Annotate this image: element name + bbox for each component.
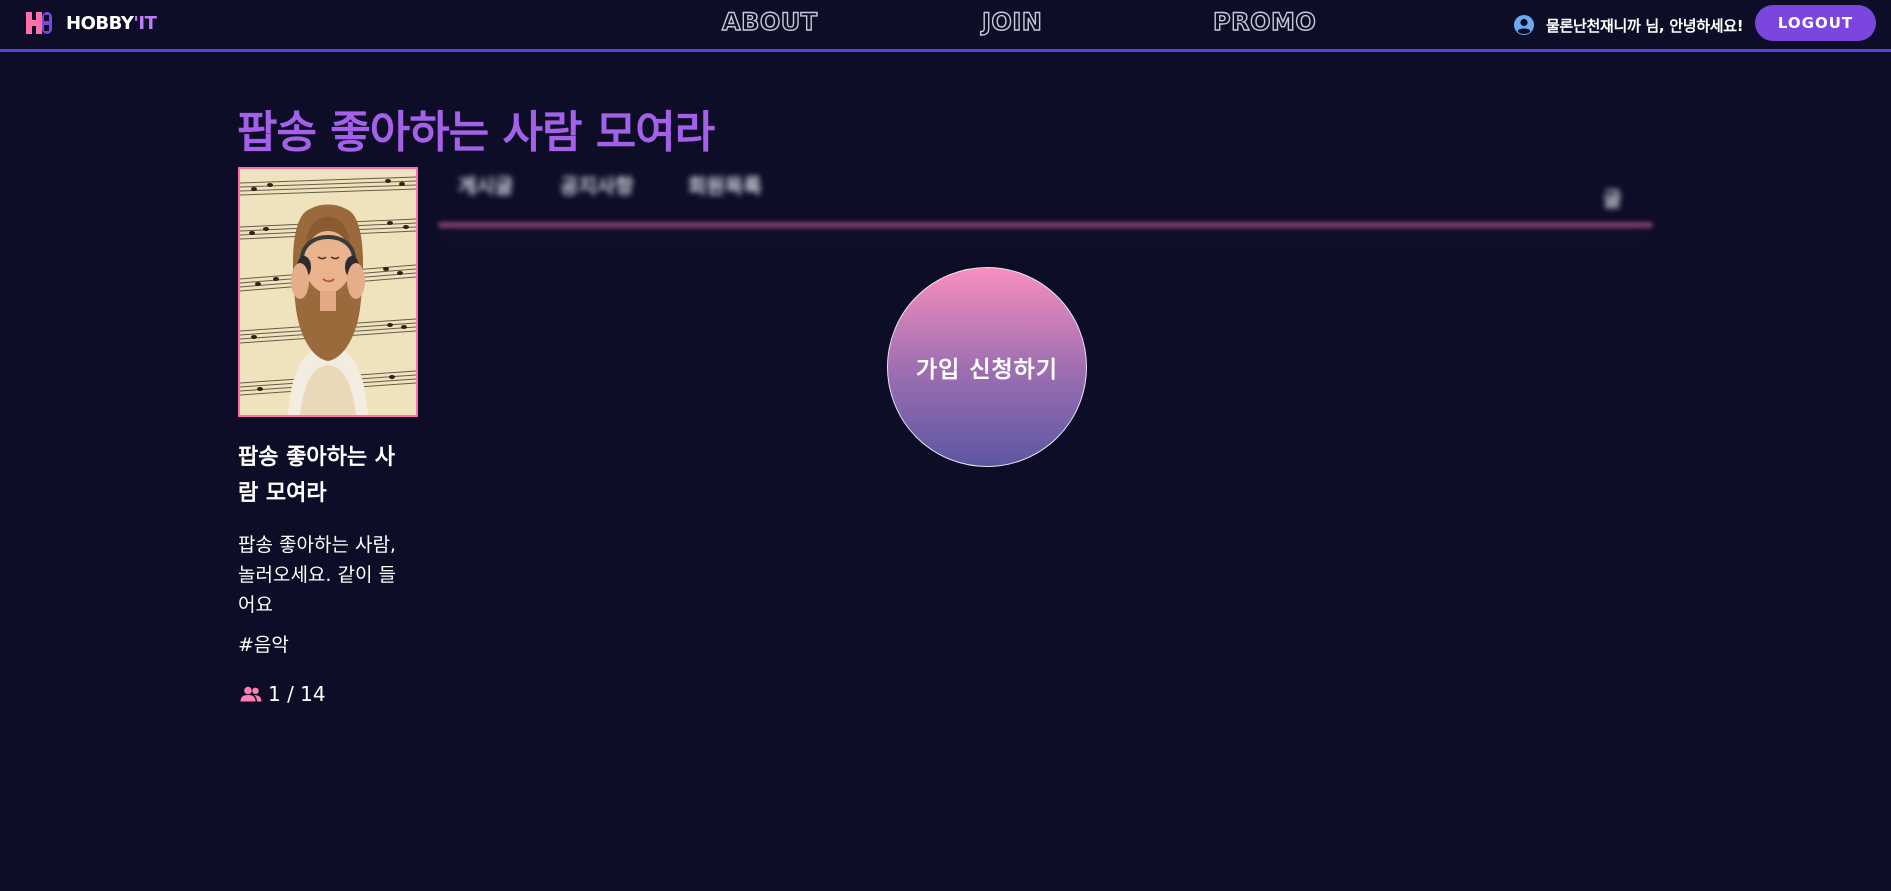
- logout-button[interactable]: LOGOUT: [1755, 5, 1876, 41]
- join-request-button[interactable]: 가입 신청하기: [887, 267, 1087, 467]
- club-members: 1 / 14: [240, 682, 326, 706]
- club-description: 팝송 좋아하는 사람, 놀러오세요. 같이 들어요: [238, 534, 396, 616]
- club-tag[interactable]: #음악: [238, 630, 289, 657]
- nav-join[interactable]: JOIN: [981, 7, 1042, 36]
- page-title: 팝송 좋아하는 사람 모여라: [237, 107, 715, 158]
- club-thumbnail: [238, 167, 418, 417]
- top-navbar: HOBBY'IT ABOUT JOIN PROMO 물론난천재니까 님, 안녕하…: [0, 0, 1891, 52]
- write-button[interactable]: 글: [1603, 183, 1621, 212]
- users-icon: [240, 686, 262, 702]
- tab-posts[interactable]: 게시글: [458, 170, 513, 199]
- user-greeting: 물론난천재니까 님, 안녕하세요!: [1546, 16, 1744, 35]
- tabs-shadow: [438, 225, 1653, 265]
- club-name: 팝송 좋아하는 사람 모여라: [238, 445, 395, 506]
- logo[interactable]: HOBBY'IT: [26, 12, 157, 34]
- user-circle-icon[interactable]: [1513, 14, 1535, 36]
- logo-mark-icon: [26, 12, 52, 34]
- nav-about[interactable]: ABOUT: [721, 7, 818, 36]
- logo-text: HOBBY'IT: [66, 12, 157, 34]
- members-count: 1 / 14: [268, 682, 326, 706]
- club-photo-image: [240, 169, 416, 415]
- user-info: 물론난천재니까 님, 안녕하세요!: [1513, 14, 1744, 36]
- tab-notices[interactable]: 공지사항: [560, 170, 634, 199]
- nav-promo[interactable]: PROMO: [1212, 7, 1316, 36]
- tab-members[interactable]: 회원목록: [688, 170, 762, 199]
- tabs-divider: [438, 222, 1653, 228]
- board-tabs: 게시글 공지사항 회원목록 글: [438, 165, 1653, 265]
